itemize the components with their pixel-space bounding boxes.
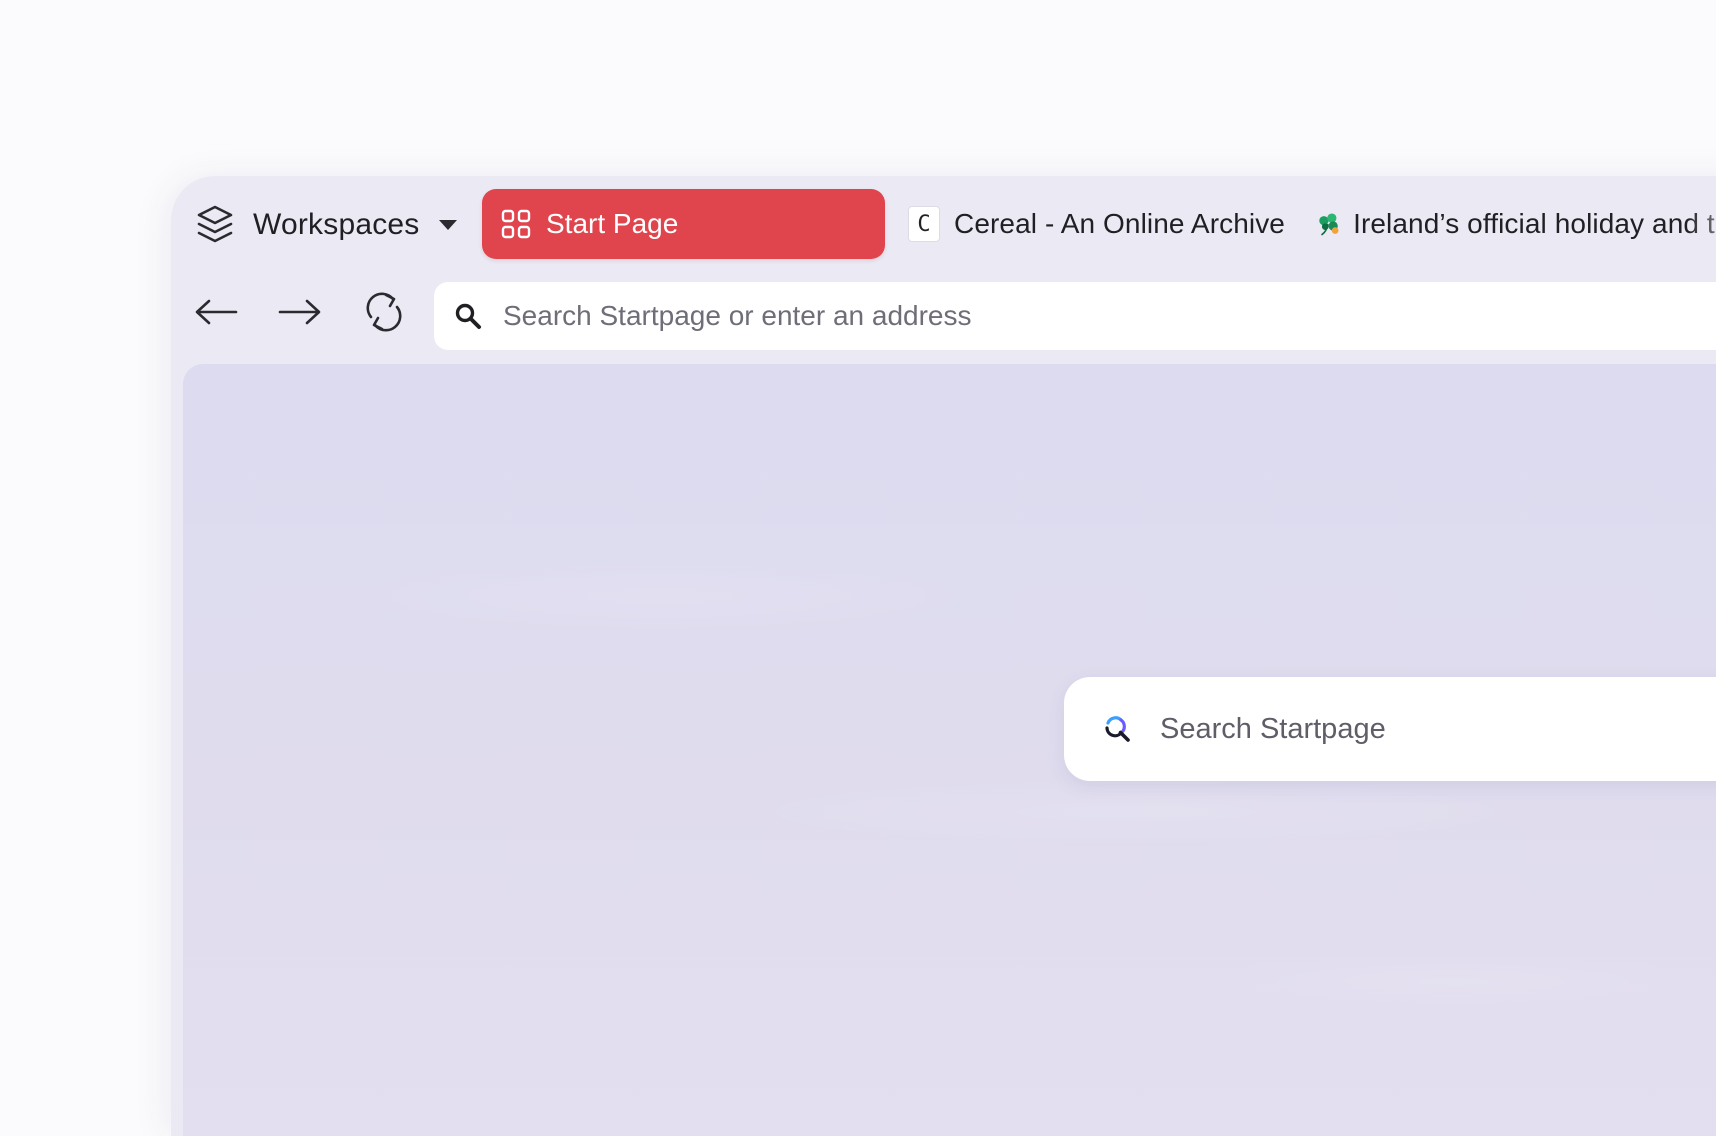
- tab-start-page[interactable]: Start Page: [482, 189, 885, 259]
- reload-icon: [366, 292, 402, 332]
- reload-button[interactable]: [362, 290, 406, 334]
- tab-fade: [1686, 194, 1716, 254]
- back-button[interactable]: [194, 290, 238, 334]
- startpage-search-icon: [1105, 716, 1130, 742]
- start-page-content: [183, 364, 1716, 1136]
- arrow-left-icon: [195, 299, 238, 325]
- workspaces-button[interactable]: Workspaces: [195, 202, 458, 248]
- forward-button[interactable]: [278, 290, 322, 334]
- address-input[interactable]: [501, 299, 1705, 333]
- tab-bar: Workspaces Start Page C Cereal - An Onli…: [171, 176, 1716, 266]
- tab-start-page-label: Start Page: [546, 208, 679, 239]
- caret-down-icon[interactable]: [438, 219, 458, 231]
- tab-cereal-label: Cereal - An Online Archive: [954, 208, 1284, 239]
- grid-icon: [501, 209, 531, 239]
- cereal-favicon-icon: C: [908, 206, 940, 242]
- startpage-search-box[interactable]: [1064, 677, 1716, 781]
- tab-ireland-label: Ireland’s official holiday and travel: [1353, 208, 1716, 239]
- address-bar[interactable]: [434, 282, 1716, 350]
- shamrock-icon: [1319, 213, 1339, 236]
- layers-icon: [197, 205, 233, 243]
- tab-ireland[interactable]: Ireland’s official holiday and travel: [1316, 194, 1716, 254]
- arrow-right-icon: [278, 299, 321, 325]
- cereal-favicon-letter: C: [917, 211, 931, 237]
- search-icon: [455, 303, 481, 329]
- startpage-search-input[interactable]: [1158, 711, 1716, 747]
- workspaces-label: Workspaces: [253, 208, 420, 241]
- browser-window: Workspaces Start Page C Cereal - An Onli…: [171, 176, 1716, 1136]
